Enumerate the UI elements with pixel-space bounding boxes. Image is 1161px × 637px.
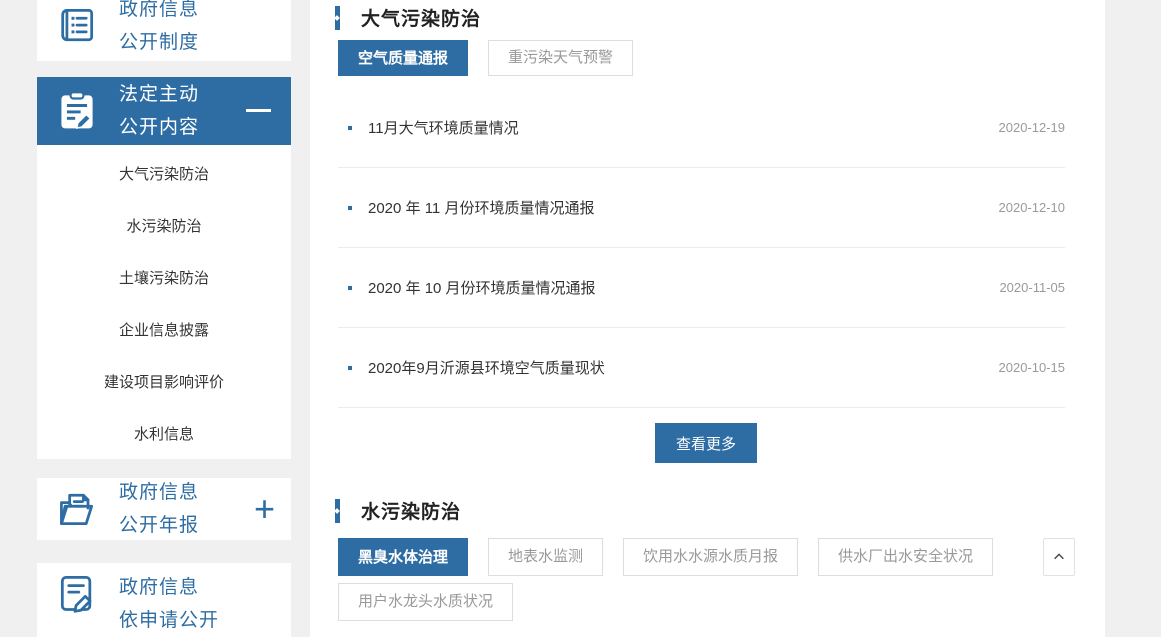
- section-title: 水污染防治: [361, 497, 461, 524]
- doc-pen-icon: [55, 571, 99, 615]
- main-panel: 大气污染防治 空气质量通报 重污染天气预警 11月大气环境质量情况 2020-1…: [310, 0, 1105, 637]
- bullet-icon: [348, 366, 352, 370]
- article-link[interactable]: 11月大气环境质量情况: [368, 117, 999, 138]
- tab-drinking-water-monthly[interactable]: 饮用水水源水质月报: [623, 538, 798, 576]
- collapse-minus-icon[interactable]: [246, 109, 271, 112]
- view-more-button[interactable]: 查看更多: [655, 423, 757, 463]
- expand-plus-icon[interactable]: +: [254, 491, 275, 527]
- water-tabs-row1: 黑臭水体治理 地表水监测 饮用水水源水质月报 供水厂出水安全状况: [338, 538, 1075, 576]
- article-row: 2020 年 11 月份环境质量情况通报 2020-12-10: [338, 168, 1065, 248]
- article-date: 2020-12-19: [999, 120, 1066, 135]
- sidebar-item-air-pollution[interactable]: 大气污染防治: [37, 147, 291, 199]
- article-row: 2020年9月沂源县环境空气质量现状 2020-10-15: [338, 328, 1065, 408]
- article-link[interactable]: 2020 年 10 月份环境质量情况通报: [368, 277, 999, 298]
- article-row: 2020 年 10 月份环境质量情况通报 2020-11-05: [338, 248, 1065, 328]
- sidebar-item-label-line: 法定主动: [119, 78, 199, 111]
- sidebar-item-label-line: 公开制度: [119, 26, 199, 59]
- tab-heavy-pollution-warning[interactable]: 重污染天气预警: [488, 40, 633, 76]
- section-title-bar-icon: [335, 499, 340, 523]
- sidebar-item-label-line: 依申请公开: [119, 604, 219, 637]
- sidebar-item-label-line: 政府信息: [119, 478, 199, 509]
- sidebar-item-apply-disclosure[interactable]: 政府信息 依申请公开: [37, 563, 291, 637]
- tab-black-odorous-water[interactable]: 黑臭水体治理: [338, 538, 468, 576]
- sidebar-item-label-line: 政府信息: [119, 571, 219, 604]
- chevron-up-icon: [1052, 550, 1066, 564]
- tab-air-quality-bulletin[interactable]: 空气质量通报: [338, 40, 468, 76]
- bullet-icon: [348, 286, 352, 290]
- sidebar-item-statutory-disclosure[interactable]: 法定主动 公开内容: [37, 77, 291, 145]
- sidebar-item-construction-impact[interactable]: 建设项目影响评价: [37, 355, 291, 407]
- document-list-icon: [55, 4, 99, 48]
- bullet-icon: [348, 206, 352, 210]
- article-row: 11月大气环境质量情况 2020-12-19: [338, 88, 1065, 168]
- tab-tap-water-quality[interactable]: 用户水龙头水质状况: [338, 583, 513, 621]
- article-list: 11月大气环境质量情况 2020-12-19 2020 年 11 月份环境质量情…: [338, 88, 1065, 408]
- article-date: 2020-10-15: [999, 360, 1066, 375]
- sidebar-item-annual-report[interactable]: 政府信息 公开年报 +: [37, 478, 291, 540]
- sidebar-item-label-line: 公开内容: [119, 111, 199, 144]
- collapse-section-button[interactable]: [1043, 538, 1075, 576]
- section-header-water: 水污染防治: [335, 497, 461, 524]
- article-date: 2020-11-05: [999, 280, 1065, 295]
- article-date: 2020-12-10: [999, 200, 1066, 215]
- bullet-icon: [348, 126, 352, 130]
- sidebar: 政府信息 公开制度 法定主动 公开内容 大气污染防治 水污染防治 土壤污染防治 …: [37, 0, 291, 637]
- section-title: 大气污染防治: [361, 4, 481, 31]
- clipboard-pen-icon: [55, 89, 99, 133]
- tab-waterworks-outlet-safety[interactable]: 供水厂出水安全状况: [818, 538, 993, 576]
- sidebar-item-label-line: 政府信息: [119, 0, 199, 26]
- sidebar-item-soil-pollution[interactable]: 土壤污染防治: [37, 251, 291, 303]
- tab-surface-water-monitoring[interactable]: 地表水监测: [488, 538, 603, 576]
- sidebar-item-label-line: 公开年报: [119, 509, 199, 540]
- air-tabs: 空气质量通报 重污染天气预警: [338, 40, 653, 76]
- folder-doc-icon: [55, 487, 99, 531]
- sidebar-item-water-pollution[interactable]: 水污染防治: [37, 199, 291, 251]
- article-link[interactable]: 2020 年 11 月份环境质量情况通报: [368, 197, 999, 218]
- sidebar-item-gov-info-system[interactable]: 政府信息 公开制度: [37, 0, 291, 61]
- section-title-bar-icon: [335, 6, 340, 30]
- water-tabs-row2: 用户水龙头水质状况: [338, 583, 533, 621]
- article-link[interactable]: 2020年9月沂源县环境空气质量现状: [368, 357, 999, 378]
- sidebar-item-enterprise-info[interactable]: 企业信息披露: [37, 303, 291, 355]
- sidebar-submenu: 大气污染防治 水污染防治 土壤污染防治 企业信息披露 建设项目影响评价 水利信息: [37, 145, 291, 459]
- sidebar-item-water-conservancy[interactable]: 水利信息: [37, 407, 291, 459]
- section-header-air: 大气污染防治: [335, 4, 481, 31]
